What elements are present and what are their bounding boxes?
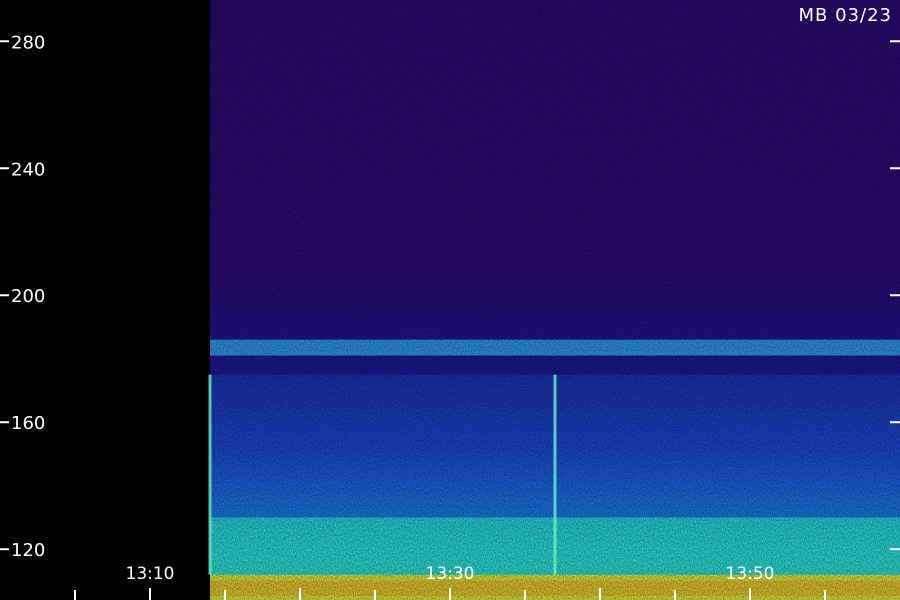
y-tick-label: 280 <box>11 32 45 53</box>
y-tick-label: 160 <box>11 413 45 434</box>
chart-title: MB 03/23 <box>798 5 892 26</box>
y-tick-label: 120 <box>11 540 45 561</box>
y-tick-label: 200 <box>11 286 45 307</box>
x-tick-label: 13:30 <box>426 564 475 584</box>
x-tick-label: 13:10 <box>126 564 175 584</box>
spectrogram-chart: 120 160 200 240 280 13:10 13:30 13:50 <box>0 0 900 600</box>
y-tick-label: 240 <box>11 159 45 180</box>
x-tick-label: 13:50 <box>726 564 775 584</box>
